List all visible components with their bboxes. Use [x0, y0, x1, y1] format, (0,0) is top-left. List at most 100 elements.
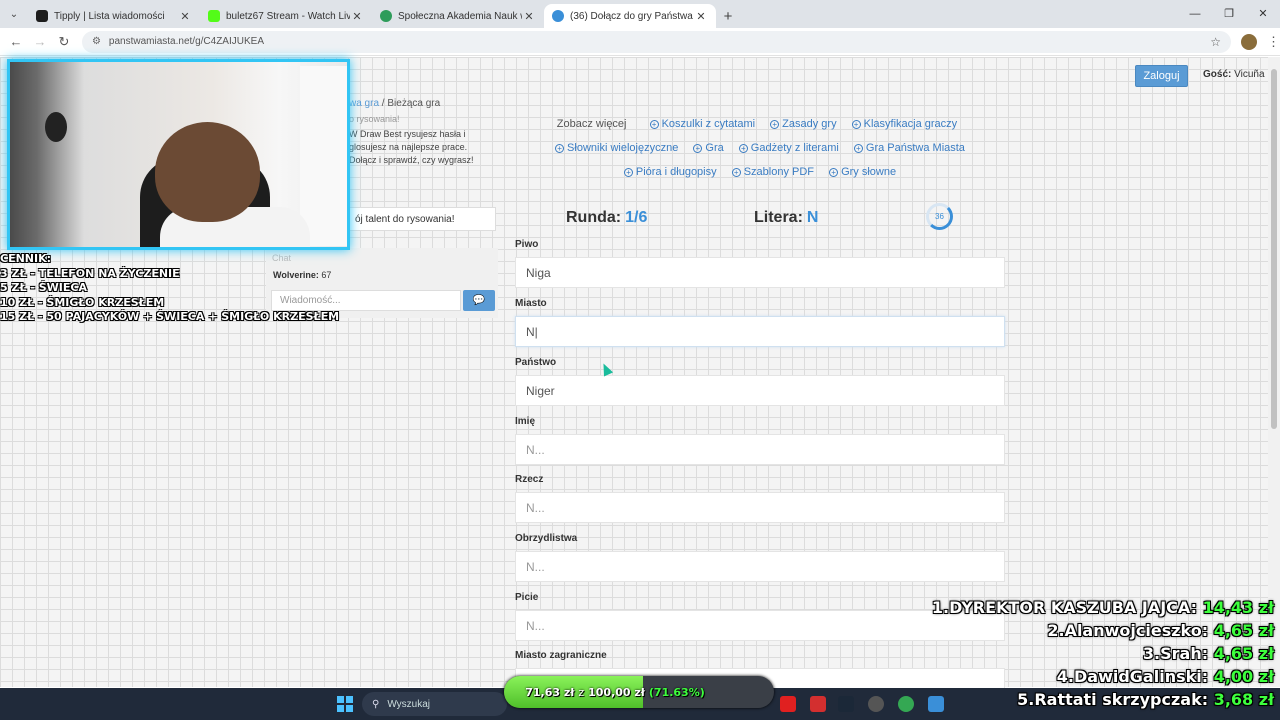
youtube-icon[interactable] — [780, 696, 796, 712]
price-list-item: 5 ZŁ - ŚWIECA — [0, 281, 87, 294]
acrobat-icon[interactable] — [810, 696, 826, 712]
close-tab-icon[interactable]: ✕ — [178, 10, 192, 23]
page-scrollbar[interactable] — [1268, 57, 1280, 687]
guest-info: Gość: Vicuña — [1203, 69, 1265, 80]
reload-icon[interactable]: ↻ — [52, 34, 76, 50]
search-icon: ⚲ — [372, 698, 380, 710]
link-label: Słowniki wielojęzyczne — [567, 142, 679, 154]
close-window-icon[interactable]: ✕ — [1246, 0, 1280, 28]
answer-input[interactable]: N... — [515, 551, 1005, 582]
steam-icon[interactable] — [838, 696, 854, 712]
plus-circle-icon: + — [770, 120, 780, 129]
link-word-games[interactable]: + Gry słowne — [829, 166, 896, 178]
link-game[interactable]: + Gra — [693, 142, 724, 154]
goal-total: 100,00 zł — [588, 685, 645, 699]
round-label: Runda: — [566, 209, 622, 226]
plus-circle-icon: + — [731, 168, 741, 177]
see-more-label: Zobacz więcej — [556, 118, 627, 130]
donor-row: 4.DawidGalinski: 4,00 zł — [932, 665, 1274, 688]
scrollbar-thumb[interactable] — [1271, 69, 1277, 429]
answer-input[interactable]: Niger — [515, 375, 1005, 406]
link-label: Szablony PDF — [743, 166, 814, 178]
letter-value: N — [806, 209, 819, 226]
webcam-lamp — [45, 112, 67, 142]
field-label: Państwo — [515, 357, 557, 368]
link-rules[interactable]: + Zasady gry — [770, 118, 837, 130]
link-gadgets[interactable]: + Gadżety z literami — [738, 142, 839, 154]
answer-input[interactable]: N... — [515, 492, 1005, 523]
drawing-talent-button[interactable]: ój talent do rysowania! — [346, 207, 496, 231]
plus-circle-icon: + — [555, 144, 565, 153]
field-piwo: Piwo Niga — [515, 239, 1005, 288]
donor-amount: 3,68 zł — [1213, 690, 1274, 709]
breadcrumb-link[interactable]: wa gra — [349, 98, 379, 109]
speech-bubble-icon: 💬 — [472, 295, 486, 306]
link-pens[interactable]: + Pióra i długopisy — [623, 166, 717, 178]
windows-start-icon[interactable] — [337, 696, 353, 712]
restore-icon[interactable]: ❐ — [1212, 0, 1246, 28]
link-dictionaries[interactable]: + Słowniki wielojęzyczne — [555, 142, 678, 154]
close-tab-icon[interactable]: ✕ — [522, 10, 536, 23]
login-button[interactable]: Zaloguj — [1135, 65, 1188, 87]
tab-favicon — [36, 10, 48, 22]
promo-title: o rysowania! — [349, 114, 400, 124]
link-ranking[interactable]: + Klasyfikacja graczy — [851, 118, 957, 130]
browser-tab[interactable]: buletz67 Stream - Watch Live o ✕ — [200, 4, 372, 28]
price-list-overlay: CENNIK: 3 ZŁ - TELEFON NA ŻYCZENIE 5 ZŁ … — [0, 252, 339, 325]
browser-tab[interactable]: Tipply | Lista wiadomości ✕ — [28, 4, 200, 28]
tab-favicon — [208, 10, 220, 22]
donor-row: 2.Alanwojcieszko: 4,65 zł — [932, 619, 1274, 642]
letter-label: Litera: — [754, 209, 803, 226]
forward-icon[interactable]: → — [28, 34, 52, 49]
tab-search-icon[interactable]: ⌄ — [0, 0, 28, 28]
donor-amount: 4,65 zł — [1213, 621, 1274, 640]
tab-favicon — [552, 10, 564, 22]
field-imie: Imię N... — [515, 416, 1005, 465]
promo-text: W Draw Best rysujesz hasła i — [349, 129, 466, 139]
donation-goal-bar: 71,63 zł z 100,00 zł (71.63%) — [504, 676, 774, 708]
minimize-icon[interactable]: — — [1178, 0, 1212, 28]
donor-name: 2.Alanwojcieszko: — [1047, 621, 1209, 640]
close-tab-icon[interactable]: ✕ — [694, 10, 708, 23]
browser-menu-icon[interactable]: ⋮ — [1267, 34, 1280, 50]
breadcrumb: wa gra / Bieżąca gra — [349, 98, 440, 109]
obs-icon[interactable] — [868, 696, 884, 712]
chrome-icon[interactable] — [898, 696, 914, 712]
close-tab-icon[interactable]: ✕ — [350, 10, 364, 23]
field-label: Imię — [515, 416, 536, 427]
donor-name: 1.DYREKTOR KASZUBA JAJCA: — [931, 598, 1197, 617]
answer-input[interactable]: Niga — [515, 257, 1005, 288]
field-label: Piwo — [515, 239, 539, 250]
back-icon[interactable]: ← — [4, 34, 28, 49]
link-label: Gry słowne — [841, 166, 897, 178]
link-label: Gra — [705, 142, 724, 154]
tab-favicon — [380, 10, 392, 22]
price-list-item: 10 ZŁ - ŚMIGŁO KRZESŁEM — [0, 295, 165, 309]
breadcrumb-current: Bieżąca gra — [387, 98, 441, 109]
browser-tab-active[interactable]: (36) Dołącz do gry Państwa Mia ✕ — [544, 4, 716, 28]
send-message-button[interactable]: 💬 — [463, 290, 495, 311]
plus-circle-icon: + — [853, 144, 863, 153]
donor-amount: 4,00 zł — [1213, 667, 1274, 686]
link-tshirts[interactable]: + Koszulki z cytatami — [649, 118, 756, 130]
link-game-pm[interactable]: + Gra Państwa Miasta — [853, 142, 965, 154]
link-pdf-templates[interactable]: + Szablony PDF — [731, 166, 814, 178]
address-bar[interactable]: ⚙ panstwamiasta.net/g/C4ZAIJUKEA ☆ — [81, 30, 1232, 53]
price-list-title: CENNIK: — [0, 252, 52, 265]
answer-input[interactable]: N| — [515, 316, 1005, 347]
answer-input[interactable]: N... — [515, 434, 1005, 465]
webcam-window — [300, 66, 347, 246]
plus-circle-icon: + — [851, 120, 861, 129]
goal-current: 71,63 zł — [525, 685, 575, 699]
top-donors-overlay: 1.DYREKTOR KASZUBA JAJCA: 14,43 zł 2.Ala… — [932, 596, 1274, 711]
browser-tab[interactable]: Społeczna Akademia Nauk w Ł ✕ — [372, 4, 544, 28]
taskbar-search[interactable]: ⚲ Wyszukaj — [362, 692, 507, 716]
new-tab-icon[interactable]: + — [716, 4, 740, 28]
site-info-icon[interactable]: ⚙ — [92, 36, 101, 47]
field-rzecz: Rzecz N... — [515, 474, 1005, 523]
field-panstwo: Państwo Niger — [515, 357, 1005, 406]
profile-avatar[interactable] — [1241, 33, 1258, 50]
bookmark-star-icon[interactable]: ☆ — [1210, 35, 1221, 49]
price-list-item: 15 ZŁ - 50 PAJACYKÓW + ŚWIECA + ŚMIGŁO K… — [0, 310, 340, 323]
link-label: Koszulki z cytatami — [661, 118, 756, 130]
